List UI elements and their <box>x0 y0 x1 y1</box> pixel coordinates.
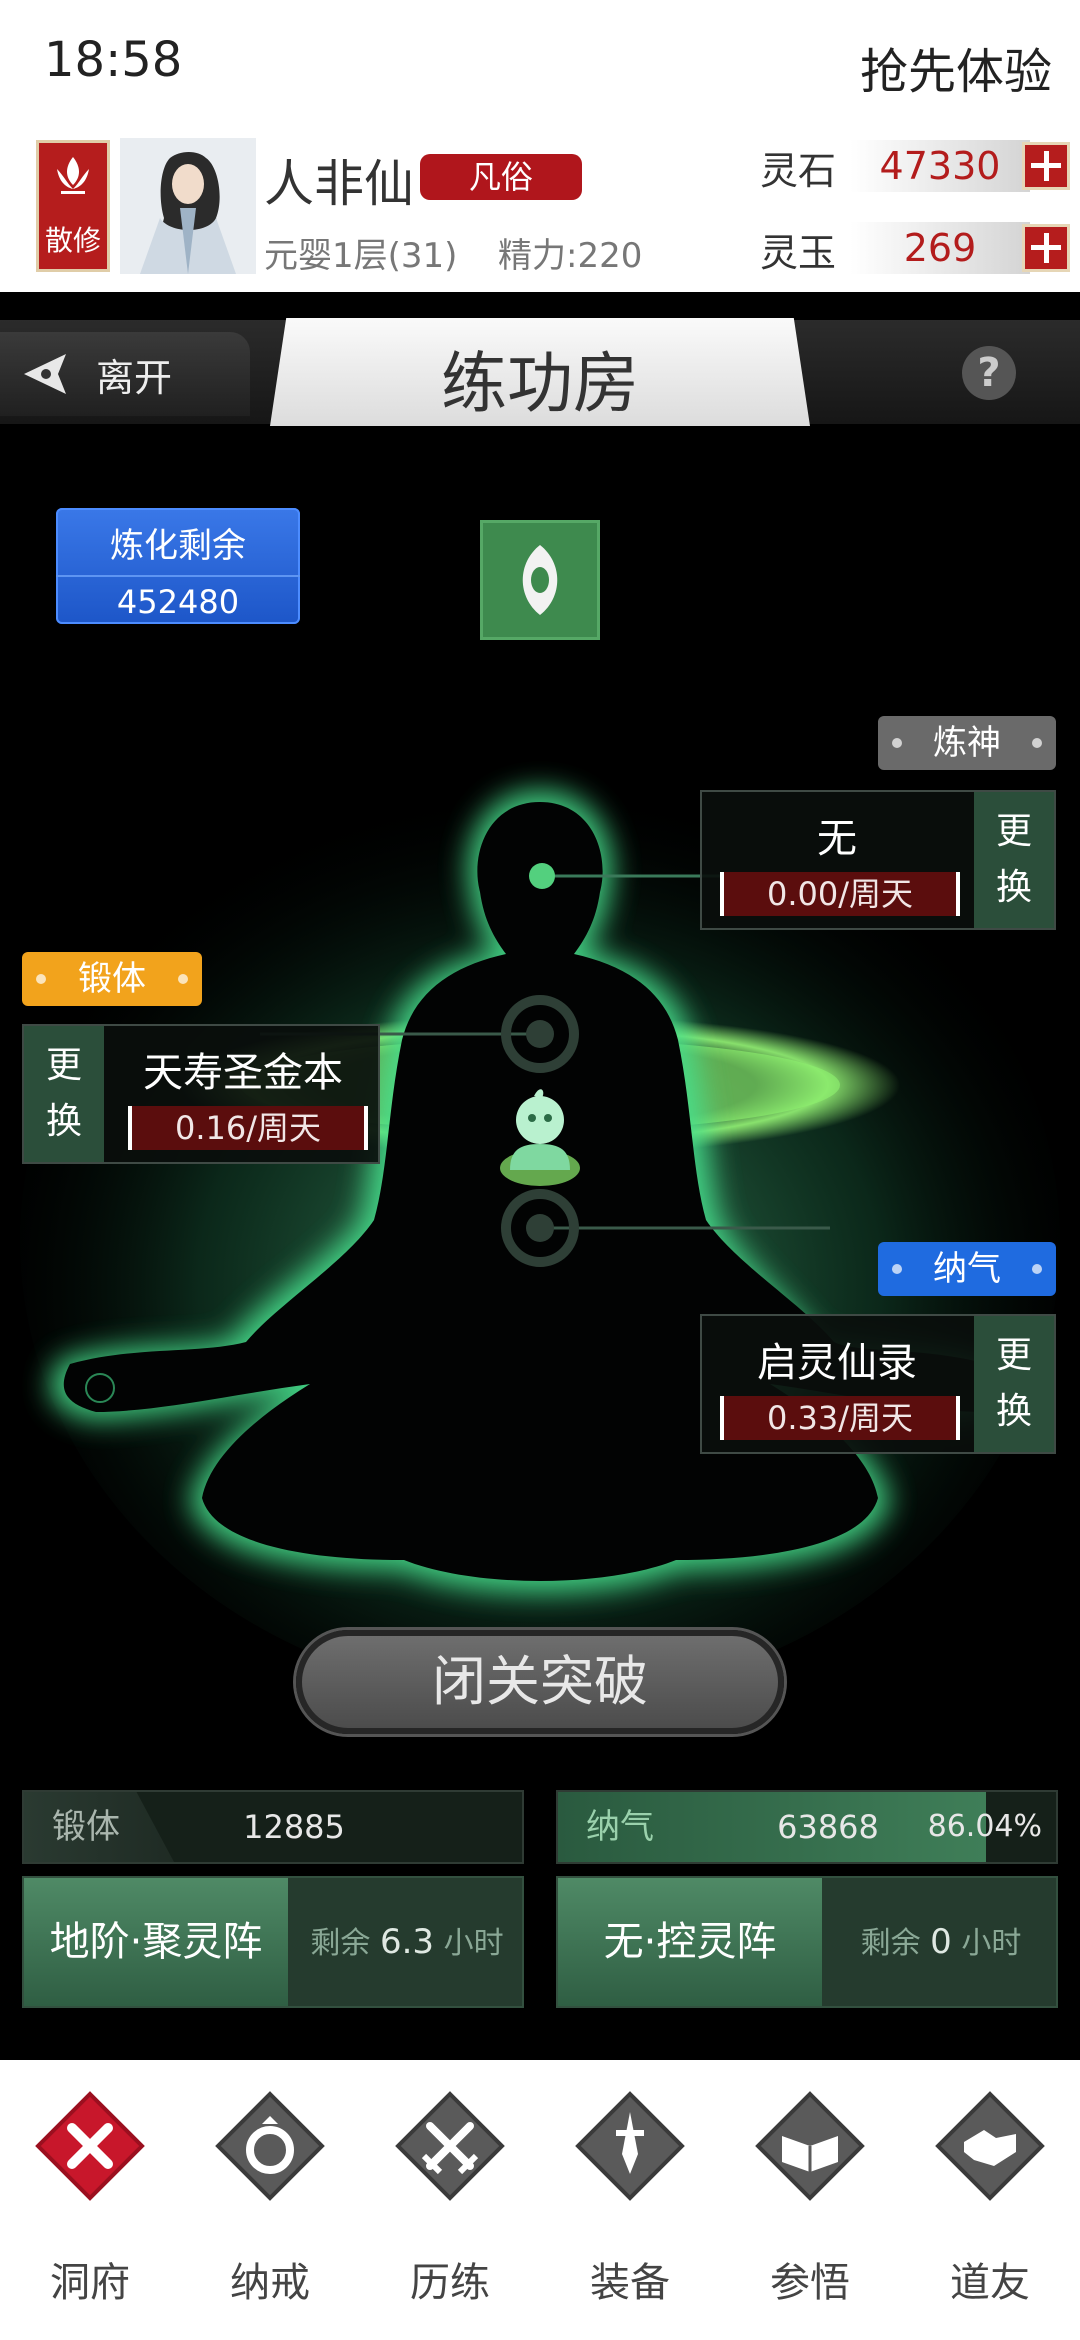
array-gather-spirit-remaining: 剩余 6.3 小时 <box>310 1922 504 1962</box>
ring-icon <box>215 2091 325 2201</box>
bottom-nav: 洞府 纳戒 历练 装备 参悟 道友 <box>0 2060 1080 2340</box>
array-gather-spirit-name: 地阶·聚灵阵 <box>24 1878 288 2006</box>
crossed-swords-icon <box>395 2091 505 2201</box>
avatar[interactable] <box>120 138 256 274</box>
close-x-icon <box>35 2091 145 2201</box>
array-control-spirit[interactable]: 无·控灵阵 剩余 0 小时 <box>556 1876 1058 2008</box>
leave-label: 离开 <box>96 355 173 400</box>
rank-tag: 凡俗 <box>420 154 582 200</box>
change-label-top: 更 <box>995 811 1032 852</box>
nav-cave-dwelling[interactable]: 洞府 <box>0 2060 180 2340</box>
sect-badge[interactable]: 散修 <box>36 140 110 272</box>
stat-body-forging: 锻体 12885 <box>22 1790 524 1864</box>
status-time: 18:58 <box>44 32 183 88</box>
slot-refine-spirit[interactable]: 无 0.00/周天 更 换 <box>700 790 1056 930</box>
book-icon <box>755 2091 865 2201</box>
nav-equipment[interactable]: 装备 <box>540 2060 720 2340</box>
cultivation-realm: 元婴1层(31) <box>264 236 458 276</box>
slot-body-forging[interactable]: 更 换 天寿圣金本 0.16/周天 <box>22 1024 380 1164</box>
array-control-spirit-name: 无·控灵阵 <box>558 1878 822 2006</box>
change-label-top: 更 <box>995 1335 1032 1376</box>
page-title: 练功房 <box>441 345 639 422</box>
sect-badge-label: 散修 <box>44 224 101 257</box>
leave-button[interactable]: 离开 <box>0 332 250 416</box>
spirit-jade-value: 269 <box>850 222 1030 274</box>
change-label-bottom: 换 <box>995 867 1032 908</box>
lotus-icon <box>57 157 89 194</box>
nav-fellow-daoists-label: 道友 <box>950 2260 1030 2306</box>
slot-body-forging-name: 天寿圣金本 <box>143 1050 343 1096</box>
slot-refine-spirit-name: 无 <box>817 816 857 862</box>
slot-refine-spirit-rate: 0.00/周天 <box>720 872 960 916</box>
seclusion-breakthrough-button[interactable]: 闭关突破 <box>296 1630 784 1734</box>
stat-body-forging-value: 12885 <box>243 1808 345 1846</box>
cultivator-portrait <box>120 138 256 274</box>
slot-qi-absorption[interactable]: 启灵仙录 0.33/周天 更 换 <box>700 1314 1056 1454</box>
refine-remaining-value: 452480 <box>56 575 300 621</box>
spirit-stone-label: 灵石 <box>760 149 837 193</box>
change-label-bottom: 换 <box>995 1391 1032 1432</box>
change-label-top: 更 <box>45 1045 82 1086</box>
back-arrow-icon <box>24 354 66 394</box>
nav-training-label: 历练 <box>410 2260 490 2306</box>
energy-value: 精力:220 <box>498 236 643 276</box>
stat-qi-absorption: 纳气 63868 86.04% <box>556 1790 1058 1864</box>
refine-remaining-label: 炼化剩余 <box>110 526 246 566</box>
tag-body-forging: 锻体 <box>22 952 202 1006</box>
top-header: 18:58 抢先体验 散修 人非仙 凡俗 元婴1层(31) 精力:220 灵石 … <box>0 0 1080 292</box>
qi-node <box>526 1214 554 1242</box>
handshake-icon <box>935 2091 1045 2201</box>
change-refine-spirit-button[interactable]: 更 换 <box>974 792 1054 928</box>
change-body-forging-button[interactable]: 更 换 <box>24 1026 104 1162</box>
tag-refine-spirit: 炼神 <box>878 716 1056 770</box>
change-qi-absorption-button[interactable]: 更 换 <box>974 1316 1054 1452</box>
nav-fellow-daoists[interactable]: 道友 <box>900 2060 1080 2340</box>
slot-qi-absorption-rate: 0.33/周天 <box>720 1396 960 1440</box>
nav-training[interactable]: 历练 <box>360 2060 540 2340</box>
nav-storage-ring[interactable]: 纳戒 <box>180 2060 360 2340</box>
nav-storage-ring-label: 纳戒 <box>230 2260 310 2306</box>
nav-comprehension[interactable]: 参悟 <box>720 2060 900 2340</box>
slot-body-forging-rate: 0.16/周天 <box>128 1106 368 1150</box>
stat-body-forging-label: 锻体 <box>24 1792 174 1862</box>
add-spirit-stone-button[interactable] <box>1022 142 1070 190</box>
stat-qi-absorption-percent: 86.04% <box>927 1809 1042 1844</box>
view-toggle-button[interactable] <box>480 520 600 640</box>
refine-remaining-card: 炼化剩余 452480 <box>56 508 300 624</box>
nav-cave-dwelling-label: 洞府 <box>50 2260 130 2306</box>
spirit-jade-label: 灵玉 <box>760 231 837 275</box>
nav-equipment-label: 装备 <box>590 2260 670 2306</box>
tag-qi-absorption: 纳气 <box>878 1242 1056 1296</box>
spirit-stone-value: 47330 <box>850 140 1030 192</box>
shen-node <box>529 863 555 889</box>
dagger-icon <box>575 2091 685 2201</box>
change-label-bottom: 换 <box>45 1101 82 1142</box>
array-control-spirit-remaining: 剩余 0 小时 <box>860 1922 1022 1962</box>
add-spirit-jade-button[interactable] <box>1022 224 1070 272</box>
ti-node <box>526 1020 554 1048</box>
array-gather-spirit[interactable]: 地阶·聚灵阵 剩余 6.3 小时 <box>22 1876 524 2008</box>
nav-comprehension-label: 参悟 <box>770 2260 850 2306</box>
early-access-link[interactable]: 抢先体验 <box>860 32 1052 102</box>
eye-icon <box>522 545 558 615</box>
stat-qi-absorption-value: 63868 <box>777 1808 879 1846</box>
slot-qi-absorption-name: 启灵仙录 <box>757 1340 917 1386</box>
help-button[interactable]: ? <box>962 346 1016 400</box>
player-name: 人非仙 <box>264 155 414 213</box>
